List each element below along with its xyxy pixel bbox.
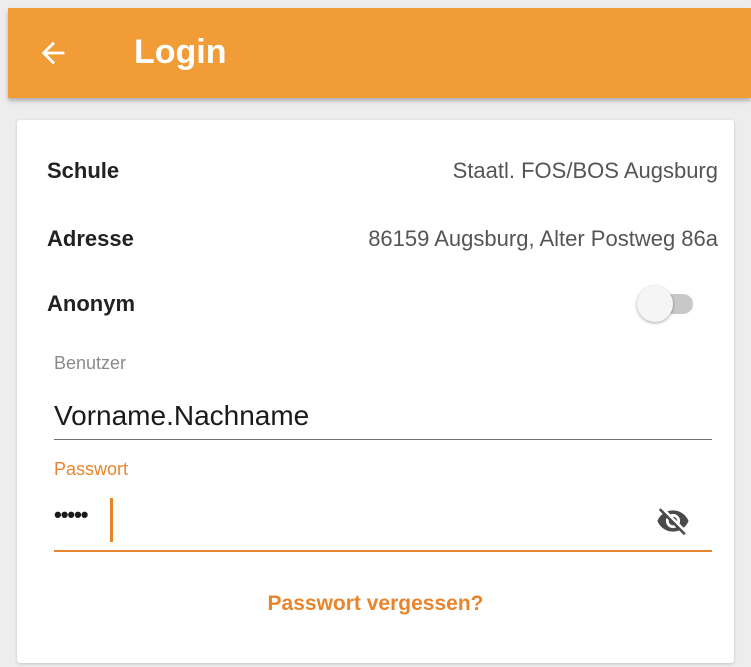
text-caret xyxy=(110,498,113,542)
toggle-password-visibility-button[interactable] xyxy=(651,504,695,538)
app-bar: Login xyxy=(8,8,751,98)
anonymous-label: Anonym xyxy=(47,291,135,316)
password-label: Passwort xyxy=(54,459,129,479)
anonymous-toggle[interactable] xyxy=(637,286,697,322)
login-card: Schule Staatl. FOS/BOS Augsburg Adresse … xyxy=(17,120,734,663)
arrow-left-icon xyxy=(41,41,65,65)
username-underline xyxy=(54,439,712,440)
password-input[interactable]: ••••• xyxy=(54,502,89,528)
eye-off-icon xyxy=(657,508,689,536)
page-title: Login xyxy=(134,33,227,71)
school-value: Staatl. FOS/BOS Augsburg xyxy=(452,158,718,183)
address-label: Adresse xyxy=(47,226,134,251)
back-button[interactable] xyxy=(32,28,82,78)
toggle-thumb xyxy=(637,286,673,322)
username-input[interactable] xyxy=(54,396,712,436)
password-underline xyxy=(54,550,712,552)
address-value: 86159 Augsburg, Alter Postweg 86a xyxy=(368,226,718,251)
username-label: Benutzer xyxy=(54,353,127,373)
forgot-password-link[interactable]: Passwort vergessen? xyxy=(17,592,734,616)
school-label: Schule xyxy=(47,158,120,183)
